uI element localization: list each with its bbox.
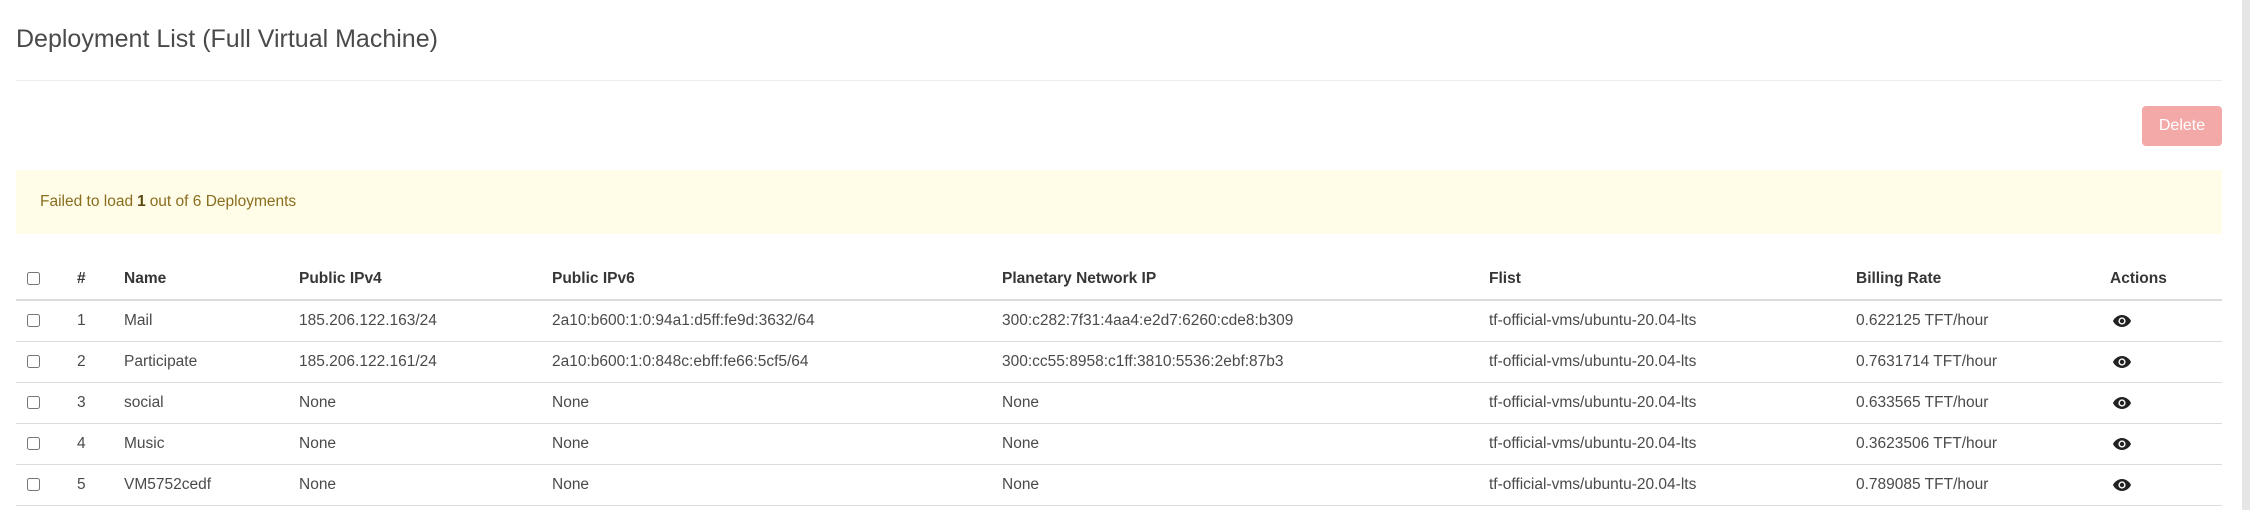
row-select-cell	[16, 341, 77, 383]
row-checkbox[interactable]	[27, 437, 40, 451]
row-name: Music	[124, 423, 299, 465]
toolbar: Delete	[16, 81, 2222, 146]
row-billing-rate: 0.789085 TFT/hour	[1856, 464, 2110, 506]
table-header-row: # Name Public IPv4 Public IPv6 Planetary…	[16, 258, 2222, 301]
table-row: 2 Participate 185.206.122.161/24 2a10:b6…	[16, 341, 2222, 383]
row-public-ipv6: None	[552, 423, 1002, 465]
header-num: #	[77, 258, 124, 301]
row-public-ipv4: None	[299, 464, 552, 506]
row-num: 1	[77, 300, 124, 342]
row-public-ipv6: None	[552, 464, 1002, 506]
row-flist: tf-official-vms/ubuntu-20.04-lts	[1489, 382, 1856, 424]
row-name: Mail	[124, 300, 299, 342]
row-actions	[2110, 464, 2222, 506]
scrollbar-track[interactable]	[2242, 0, 2250, 510]
eye-icon[interactable]	[2112, 437, 2132, 451]
header-select-cell	[16, 258, 77, 301]
row-num: 3	[77, 382, 124, 424]
row-flist: tf-official-vms/ubuntu-20.04-lts	[1489, 341, 1856, 383]
page: Deployment List (Full Virtual Machine) D…	[0, 0, 2250, 510]
page-title: Deployment List (Full Virtual Machine)	[16, 25, 438, 53]
row-checkbox[interactable]	[27, 314, 40, 328]
row-actions	[2110, 382, 2222, 424]
alert-prefix: Failed to load	[40, 193, 134, 210]
row-billing-rate: 0.633565 TFT/hour	[1856, 382, 2110, 424]
deployment-panel: Deployment List (Full Virtual Machine) D…	[16, 0, 2222, 506]
row-actions	[2110, 423, 2222, 465]
deployments-table: # Name Public IPv4 Public IPv6 Planetary…	[16, 258, 2222, 506]
alert-suffix: out of 6 Deployments	[149, 193, 297, 210]
delete-button[interactable]: Delete	[2142, 106, 2222, 146]
row-select-cell	[16, 382, 77, 424]
row-public-ipv4: None	[299, 382, 552, 424]
row-public-ipv4: 185.206.122.161/24	[299, 341, 552, 383]
row-select-cell	[16, 464, 77, 506]
eye-icon[interactable]	[2112, 396, 2132, 410]
row-flist: tf-official-vms/ubuntu-20.04-lts	[1489, 300, 1856, 342]
row-billing-rate: 0.3623506 TFT/hour	[1856, 423, 2110, 465]
row-flist: tf-official-vms/ubuntu-20.04-lts	[1489, 423, 1856, 465]
header-public-ipv4: Public IPv4	[299, 258, 552, 301]
row-billing-rate: 0.7631714 TFT/hour	[1856, 341, 2110, 383]
row-actions	[2110, 341, 2222, 383]
table-row: 3 social None None None tf-official-vms/…	[16, 382, 2222, 424]
header-name: Name	[124, 258, 299, 301]
eye-icon[interactable]	[2112, 478, 2132, 492]
row-public-ipv6: 2a10:b600:1:0:848c:ebff:fe66:5cf5/64	[552, 341, 1002, 383]
row-select-cell	[16, 300, 77, 342]
header-planetary-ip: Planetary Network IP	[1002, 258, 1489, 301]
row-select-cell	[16, 423, 77, 465]
row-planetary-ip: 300:c282:7f31:4aa4:e2d7:6260:cde8:b309	[1002, 300, 1489, 342]
row-actions	[2110, 300, 2222, 342]
table-row: 4 Music None None None tf-official-vms/u…	[16, 423, 2222, 465]
row-name: VM5752cedf	[124, 464, 299, 506]
row-public-ipv6: 2a10:b600:1:0:94a1:d5ff:fe9d:3632/64	[552, 300, 1002, 342]
row-planetary-ip: None	[1002, 423, 1489, 465]
load-warning-alert: Failed to load 1 out of 6 Deployments	[16, 170, 2222, 234]
eye-icon[interactable]	[2112, 355, 2132, 369]
header-public-ipv6: Public IPv6	[552, 258, 1002, 301]
row-num: 5	[77, 464, 124, 506]
row-name: social	[124, 382, 299, 424]
table-row: 5 VM5752cedf None None None tf-official-…	[16, 464, 2222, 506]
row-planetary-ip: 300:cc55:8958:c1ff:3810:5536:2ebf:87b3	[1002, 341, 1489, 383]
row-checkbox[interactable]	[27, 478, 40, 492]
row-billing-rate: 0.622125 TFT/hour	[1856, 300, 2110, 342]
header-billing-rate: Billing Rate	[1856, 258, 2110, 301]
eye-icon[interactable]	[2112, 314, 2132, 328]
row-num: 2	[77, 341, 124, 383]
header-actions: Actions	[2110, 258, 2222, 301]
row-planetary-ip: None	[1002, 464, 1489, 506]
row-planetary-ip: None	[1002, 382, 1489, 424]
row-checkbox[interactable]	[27, 396, 40, 410]
alert-failed-count: 1	[137, 193, 146, 210]
table-row: 1 Mail 185.206.122.163/24 2a10:b600:1:0:…	[16, 300, 2222, 342]
row-flist: tf-official-vms/ubuntu-20.04-lts	[1489, 464, 1856, 506]
row-num: 4	[77, 423, 124, 465]
row-public-ipv4: None	[299, 423, 552, 465]
row-checkbox[interactable]	[27, 355, 40, 369]
row-public-ipv6: None	[552, 382, 1002, 424]
header-flist: Flist	[1489, 258, 1856, 301]
table-body: 1 Mail 185.206.122.163/24 2a10:b600:1:0:…	[16, 300, 2222, 506]
row-public-ipv4: 185.206.122.163/24	[299, 300, 552, 342]
row-name: Participate	[124, 341, 299, 383]
select-all-checkbox[interactable]	[27, 271, 40, 285]
